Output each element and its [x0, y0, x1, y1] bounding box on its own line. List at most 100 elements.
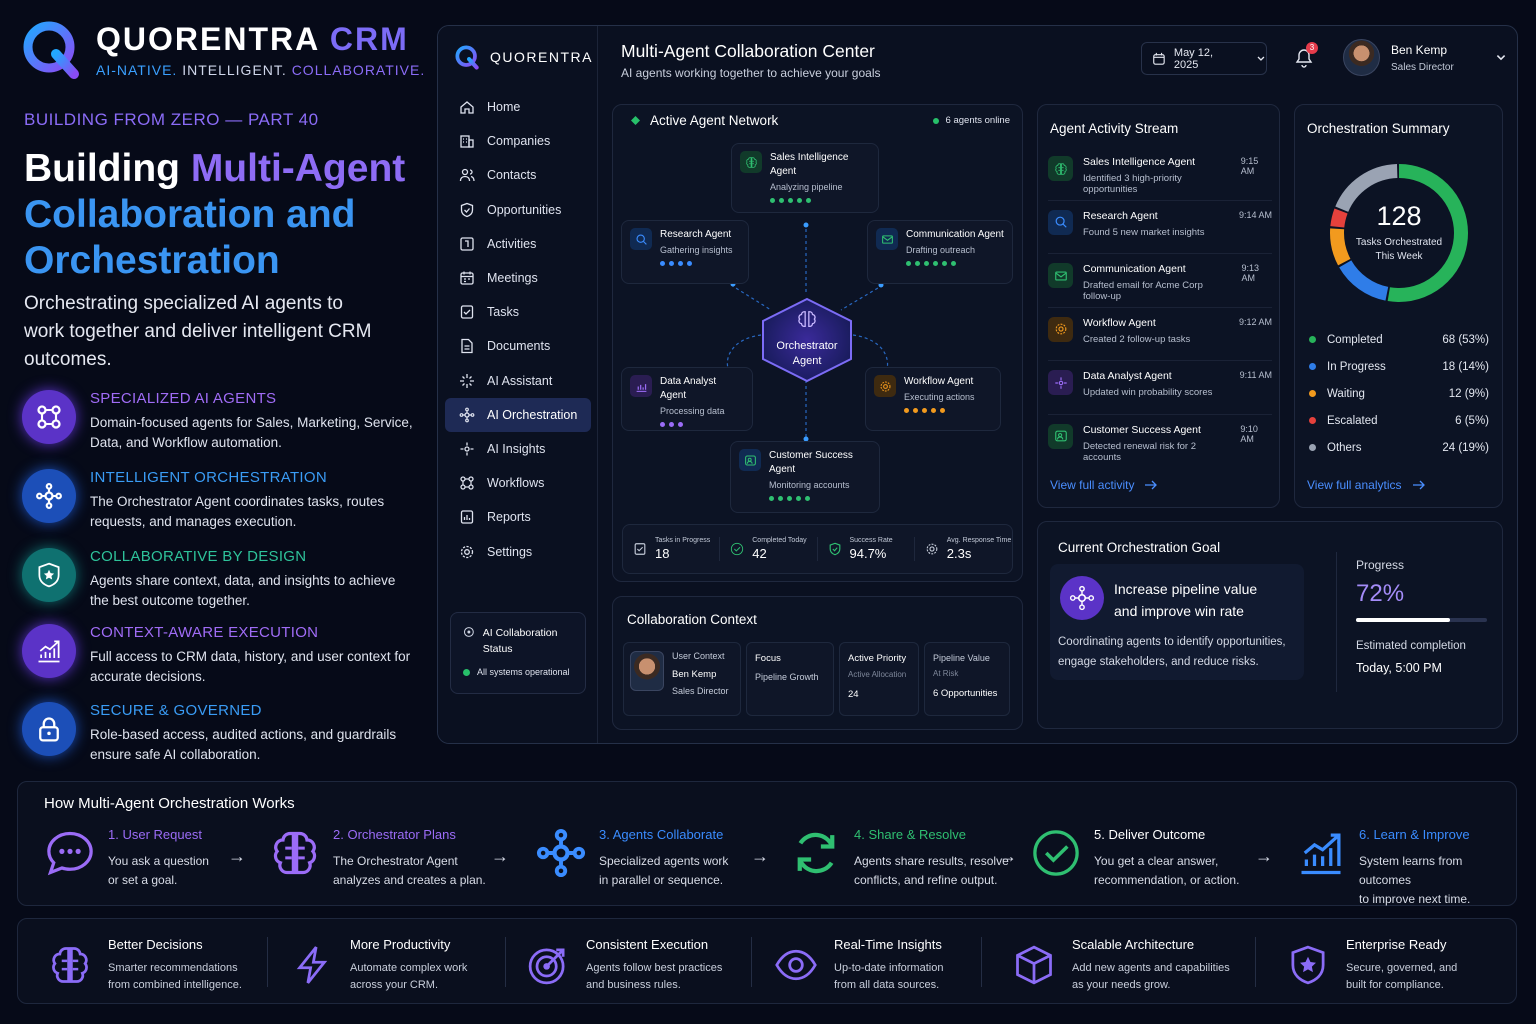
benefit-divider [267, 937, 268, 987]
sidebar-item-companies[interactable]: Companies [445, 124, 591, 158]
status-dot [769, 496, 774, 501]
agent-name-2: Agent [769, 464, 796, 475]
activity-item[interactable]: Research Agent Found 5 new market insigh… [1048, 201, 1272, 254]
app-window: QUORENTRA Home Companies Contacts Opportuni… [437, 25, 1518, 744]
user-icon [1048, 423, 1073, 449]
sidebar: QUORENTRA Home Companies Contacts Opportuni… [438, 26, 598, 743]
orchestration-summary-panel: Orchestration Summary 128 Tasks Orchestr… [1294, 104, 1503, 508]
network-stat: Completed Today 42 [720, 537, 818, 561]
stat-label: Avg. Response Time [946, 537, 1012, 544]
home-icon [459, 99, 475, 115]
orchestration-goal-panel: Current Orchestration Goal Increase pipe… [1037, 521, 1503, 729]
flow-step: 4. Share & Resolve Agents share results,… [790, 827, 1009, 890]
sidebar-logo[interactable]: QUORENTRA [454, 44, 593, 70]
status-dot [906, 261, 911, 266]
sidebar-item-tasks[interactable]: Tasks [445, 295, 591, 329]
view-analytics-link[interactable]: View full analytics [1307, 478, 1426, 492]
notifications-button[interactable]: 3 [1295, 42, 1318, 68]
sidebar-item-label: Tasks [487, 305, 519, 320]
user-context-card[interactable]: User Context Ben Kemp Sales Director [623, 642, 741, 716]
sidebar-item-workflows[interactable]: Workflows [445, 466, 591, 500]
step-title: 6. Learn & Improve [1359, 827, 1470, 842]
flow-step: 2. Orchestrator Plans The Orchestrator A… [269, 827, 486, 890]
benefit-divider [1255, 937, 1256, 987]
step-text-2: in parallel or sequence. [599, 873, 724, 887]
status-dot [463, 668, 470, 676]
sidebar-item-ai-orchestration[interactable]: AI Orchestration [445, 397, 591, 432]
feature-text: Role-based access, audited actions, and … [90, 727, 397, 762]
benefit-text-1: Secure, governed, and [1346, 962, 1458, 974]
activity-desc: Found 5 new market insights [1083, 226, 1205, 238]
goal-headline-2: and improve win rate [1114, 603, 1244, 619]
feature-title: INTELLIGENT ORCHESTRATION [90, 469, 327, 486]
sidebar-item-ai-insights[interactable]: AI Insights [445, 432, 591, 466]
sparkle-icon [459, 373, 475, 389]
benefit-divider [751, 937, 752, 987]
goal-card[interactable]: Increase pipeline value and improve win … [1050, 564, 1304, 680]
step-text-1: System learns from outcomes [1359, 854, 1463, 887]
agent-activity-dots [906, 261, 1004, 266]
agent-node[interactable]: Workflow Agent Executing actions [865, 367, 1001, 431]
ai-status-card[interactable]: AI Collaboration Status All systems oper… [450, 612, 586, 694]
calendar-check-icon [459, 236, 475, 252]
sidebar-item-documents[interactable]: Documents [445, 329, 591, 363]
agent-node[interactable]: Sales Intelligence Agent Analyzing pipel… [731, 143, 879, 213]
priority-card[interactable]: Active Priority Active Allocation 24 [839, 642, 919, 716]
focus-card[interactable]: Focus Pipeline Growth [746, 642, 834, 716]
sidebar-item-home[interactable]: Home [445, 90, 591, 124]
sidebar-item-settings[interactable]: Settings [445, 534, 591, 568]
benefit-title: Consistent Execution [586, 937, 709, 952]
sidebar-item-label: Reports [487, 510, 531, 525]
date-picker[interactable]: May 12, 2025 [1141, 42, 1267, 75]
sidebar-item-opportunities[interactable]: Opportunities [445, 193, 591, 227]
status-dot [669, 422, 674, 427]
view-analytics-label: View full analytics [1307, 478, 1402, 492]
priority-label: Active Priority [848, 653, 907, 664]
view-activity-link[interactable]: View full activity [1050, 478, 1158, 492]
sidebar-item-contacts[interactable]: Contacts [445, 158, 591, 192]
pipeline-value-card[interactable]: Pipeline Value At Risk 6 Opportunities [924, 642, 1010, 716]
agent-node[interactable]: Communication Agent Drafting outreach [867, 220, 1013, 284]
activity-item[interactable]: Workflow Agent Created 2 follow-up tasks… [1048, 308, 1272, 361]
agent-node[interactable]: Customer Success Agent Monitoring accoun… [730, 441, 880, 513]
benefit-title: More Productivity [350, 937, 451, 952]
chevron-down-icon [1496, 54, 1505, 60]
benefit-title: Better Decisions [108, 937, 203, 952]
shield-icon [828, 542, 842, 556]
agent-node[interactable]: Data Analyst Agent Processing data [621, 367, 753, 431]
agent-name: Sales Intelligence [770, 152, 849, 163]
shield-star-icon [1286, 943, 1330, 999]
sidebar-item-reports[interactable]: Reports [445, 500, 591, 534]
step-title: 5. Deliver Outcome [1094, 827, 1206, 842]
flow-step: 1. User Request You ask a question or se… [44, 827, 209, 890]
feature-item: COLLABORATIVE BY DESIGN Agents share con… [22, 548, 417, 611]
feature-text: Full access to CRM data, history, and us… [90, 649, 411, 684]
goal-icon-circle [1060, 576, 1104, 620]
stat-value: 18 [655, 546, 670, 561]
activity-item[interactable]: Customer Success Agent Detected renewal … [1048, 415, 1272, 469]
feature-item: INTELLIGENT ORCHESTRATION The Orchestrat… [22, 469, 417, 532]
activity-item[interactable]: Sales Intelligence Agent Identified 3 hi… [1048, 147, 1272, 201]
sidebar-item-ai-assistant[interactable]: AI Assistant [445, 364, 591, 398]
status-dot [687, 261, 692, 266]
activity-item[interactable]: Data Analyst Agent Updated win probabili… [1048, 361, 1272, 415]
activity-desc: Created 2 follow-up tasks [1083, 333, 1191, 345]
shield-star-icon [22, 548, 76, 602]
agent-node[interactable]: Research Agent Gathering insights [621, 220, 749, 284]
activity-agent: Communication Agent [1083, 263, 1186, 275]
lock-icon [22, 702, 76, 756]
sidebar-item-label: Workflows [487, 476, 545, 491]
benefit-item: Scalable Architecture Add new agents and… [1012, 937, 1230, 999]
arrow-right-icon [1145, 480, 1158, 490]
legend-item: Escalated 6 (5%) [1309, 407, 1489, 434]
status-dot [942, 261, 947, 266]
notification-badge: 3 [1306, 42, 1318, 54]
orchestrator-node[interactable]: Orchestrator Agent [759, 297, 855, 383]
bolt-icon [290, 943, 334, 999]
sidebar-item-meetings[interactable]: Meetings [445, 261, 591, 295]
activity-item[interactable]: Communication Agent Drafted email for Ac… [1048, 254, 1272, 308]
sidebar-item-activities[interactable]: Activities [445, 227, 591, 261]
user-menu[interactable]: Ben Kemp Sales Director [1343, 39, 1507, 76]
step-title: 1. User Request [108, 827, 202, 842]
step-text-1: The Orchestrator Agent [333, 854, 458, 868]
